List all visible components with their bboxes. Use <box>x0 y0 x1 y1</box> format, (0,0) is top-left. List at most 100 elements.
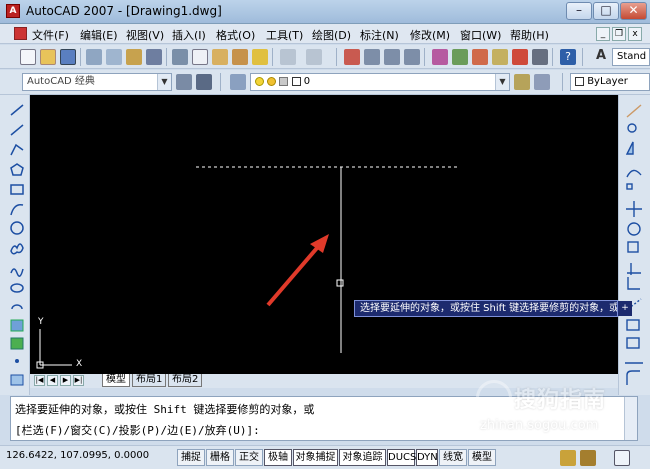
stretch-icon[interactable] <box>627 263 641 275</box>
rotate-icon[interactable] <box>627 222 641 236</box>
menu-format[interactable]: 格式(O) <box>216 27 255 43</box>
revision-cloud-icon[interactable] <box>10 243 24 255</box>
sheet-set-icon[interactable] <box>492 49 508 65</box>
mirror-icon[interactable] <box>625 141 634 155</box>
zoom-realtime-icon[interactable] <box>364 49 380 65</box>
match-properties-icon[interactable] <box>232 49 248 65</box>
markup-icon[interactable] <box>512 49 528 65</box>
tab-layout2[interactable]: 布局2 <box>168 374 203 387</box>
properties-icon[interactable] <box>432 49 448 65</box>
menu-edit[interactable]: 编辑(E) <box>80 27 118 43</box>
document-icon[interactable] <box>14 27 27 40</box>
command-prompt-line[interactable]: [栏选(F)/窗交(C)/投影(P)/边(E)/放弃(U)]: <box>15 422 260 438</box>
menu-insert[interactable]: 插入(I) <box>172 27 206 43</box>
tab-layout1[interactable]: 布局1 <box>132 374 167 387</box>
make-current-layer-icon[interactable] <box>514 74 530 90</box>
layer-previous-icon[interactable] <box>534 74 550 90</box>
copy-object-icon[interactable] <box>627 123 637 133</box>
tooltip-options-icon[interactable]: + <box>618 301 632 316</box>
trim-icon[interactable] <box>627 277 640 290</box>
break-icon[interactable] <box>626 319 640 331</box>
maximize-button[interactable]: □ <box>593 2 619 20</box>
close-button[interactable]: ✕ <box>620 2 647 20</box>
tab-model[interactable]: 模型 <box>102 374 130 387</box>
menu-dimension[interactable]: 标注(N) <box>360 27 399 43</box>
drawing-canvas[interactable]: Y X <box>30 95 618 374</box>
ducs-toggle[interactable]: DUCS <box>387 449 416 466</box>
workspace-settings-icon[interactable] <box>176 74 192 90</box>
cut-icon[interactable] <box>172 49 188 65</box>
join-icon[interactable] <box>626 337 640 349</box>
design-center-icon[interactable] <box>452 49 468 65</box>
menu-help[interactable]: 帮助(H) <box>510 27 549 43</box>
ortho-toggle[interactable]: 正交 <box>235 449 263 466</box>
print-preview-icon[interactable] <box>106 49 122 65</box>
ellipse-icon[interactable] <box>10 283 24 293</box>
text-style-select[interactable]: Stand <box>612 48 650 66</box>
layer-select[interactable]: 0 ▼ <box>250 73 510 91</box>
minimize-button[interactable]: – <box>566 2 592 20</box>
scale-icon[interactable] <box>627 241 639 253</box>
osnap-toggle[interactable]: 对象捕捉 <box>293 449 338 466</box>
snap-toggle[interactable]: 捕捉 <box>177 449 205 466</box>
previous-tab-button[interactable]: ◀ <box>47 375 58 386</box>
undo-icon[interactable] <box>280 49 296 65</box>
move-icon[interactable] <box>626 201 642 217</box>
spline-icon[interactable] <box>10 268 24 277</box>
insert-block-icon[interactable] <box>10 319 24 332</box>
tool-palettes-icon[interactable] <box>472 49 488 65</box>
array-icon[interactable] <box>626 183 633 190</box>
save-icon[interactable] <box>60 49 76 65</box>
paste-icon[interactable] <box>212 49 228 65</box>
grid-toggle[interactable]: 栅格 <box>206 449 234 466</box>
offset-icon[interactable] <box>626 169 642 178</box>
point-icon[interactable] <box>15 359 19 363</box>
menu-tools[interactable]: 工具(T) <box>266 27 303 43</box>
zoom-previous-icon[interactable] <box>404 49 420 65</box>
workspace-select[interactable]: AutoCAD 经典 ▼ <box>22 73 172 91</box>
line-icon[interactable] <box>10 104 24 116</box>
copy-icon[interactable] <box>192 49 208 65</box>
publish-icon[interactable] <box>126 49 142 65</box>
rectangle-icon[interactable] <box>10 184 24 195</box>
polar-toggle[interactable]: 极轴 <box>264 449 292 466</box>
arc-icon[interactable] <box>10 203 24 216</box>
zoom-window-icon[interactable] <box>384 49 400 65</box>
otrack-toggle[interactable]: 对象追踪 <box>339 449 386 466</box>
model-toggle[interactable]: 模型 <box>468 449 496 466</box>
menu-draw[interactable]: 绘图(D) <box>312 27 351 43</box>
lineweight-toggle[interactable]: 线宽 <box>439 449 467 466</box>
pan-icon[interactable] <box>344 49 360 65</box>
plot-icon[interactable] <box>146 49 162 65</box>
polygon-icon[interactable] <box>10 163 24 176</box>
open-icon[interactable] <box>40 49 56 65</box>
clean-screen-icon[interactable] <box>614 450 630 466</box>
construction-line-icon[interactable] <box>10 124 24 136</box>
autocad-app-icon[interactable]: A <box>6 4 20 18</box>
print-icon[interactable] <box>86 49 102 65</box>
help-icon[interactable]: ? <box>560 49 576 65</box>
erase-icon[interactable] <box>626 104 642 118</box>
last-tab-button[interactable]: ▶| <box>73 375 84 386</box>
menu-modify[interactable]: 修改(M) <box>410 27 450 43</box>
my-workspace-icon[interactable] <box>196 74 212 90</box>
hatch-icon[interactable] <box>10 374 24 386</box>
layer-manager-icon[interactable] <box>230 74 246 90</box>
new-icon[interactable] <box>20 49 36 65</box>
ellipse-arc-icon[interactable] <box>11 304 23 310</box>
menu-window[interactable]: 窗口(W) <box>460 27 501 43</box>
block-editor-icon[interactable] <box>252 49 268 65</box>
next-tab-button[interactable]: ▶ <box>60 375 71 386</box>
dyn-toggle[interactable]: DYN <box>416 449 438 466</box>
circle-icon[interactable] <box>10 221 24 235</box>
menu-view[interactable]: 视图(V) <box>126 27 164 43</box>
polyline-icon[interactable] <box>10 143 24 156</box>
menu-file[interactable]: 文件(F) <box>32 27 69 43</box>
redo-icon[interactable] <box>306 49 322 65</box>
mdi-minimize-button[interactable]: _ <box>596 27 610 41</box>
coordinate-readout[interactable]: 126.6422, 107.0995, 0.0000 <box>6 450 149 461</box>
first-tab-button[interactable]: |◀ <box>34 375 45 386</box>
mdi-restore-button[interactable]: ❐ <box>612 27 626 41</box>
mdi-close-button[interactable]: x <box>628 27 642 41</box>
calculator-icon[interactable] <box>532 49 548 65</box>
